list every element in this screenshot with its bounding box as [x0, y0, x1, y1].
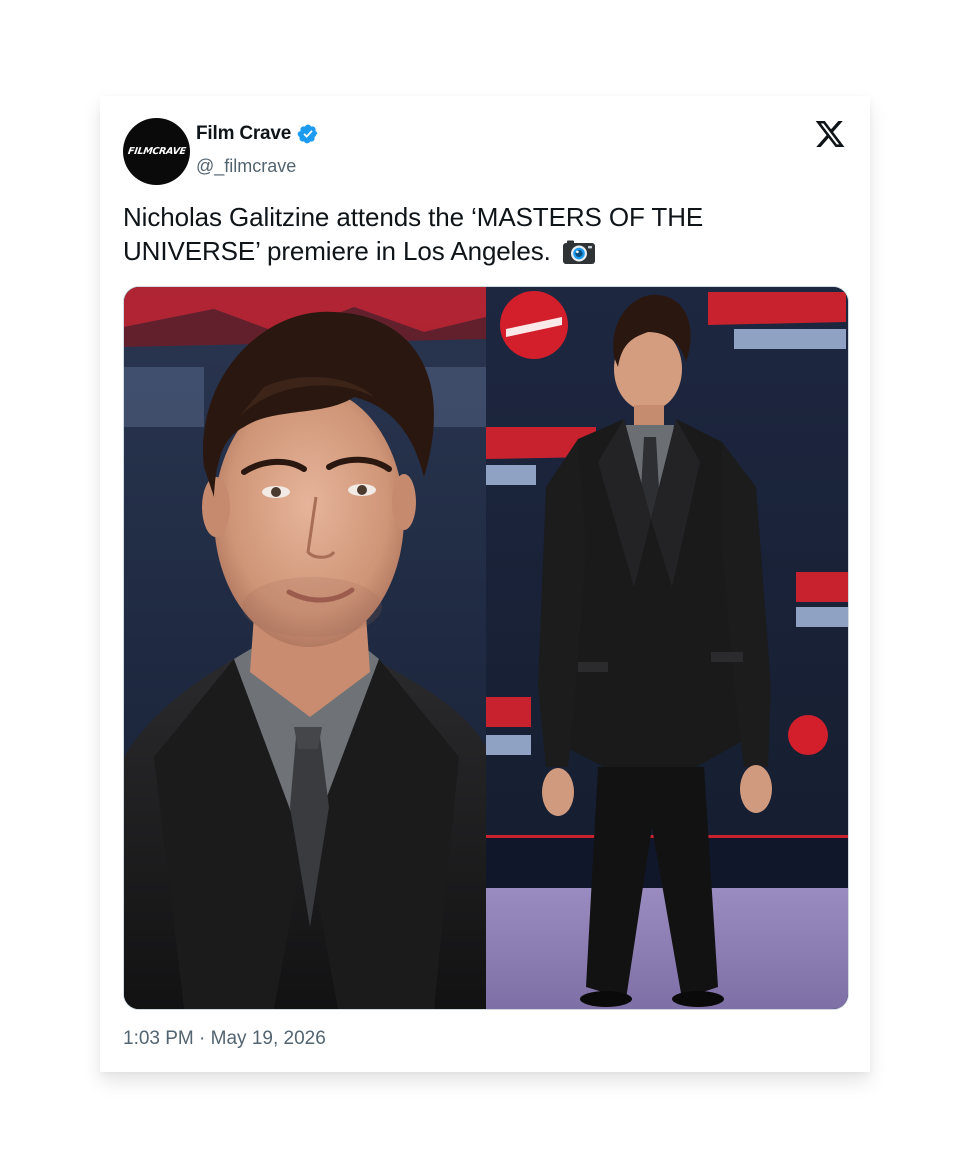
closeup-portrait-photo[interactable] [124, 287, 486, 1009]
full-length-red-carpet-photo[interactable] [486, 287, 848, 1009]
x-logo-icon[interactable] [814, 118, 846, 150]
author-handle[interactable]: @_filmcrave [196, 156, 296, 177]
avatar-logo-text: FILMCRAVE [126, 146, 187, 157]
verified-badge-icon [297, 124, 318, 144]
full-length-image [486, 287, 848, 1009]
author-name-row: Film Crave [196, 123, 319, 145]
tweet-timestamp[interactable]: 1:03 PM · May 19, 2026 [123, 1028, 326, 1050]
tweet-card: FILMCRAVE Film Crave @_filmcrave Nichola… [100, 96, 870, 1072]
closeup-portrait-image [124, 287, 486, 1009]
avatar[interactable]: FILMCRAVE [123, 118, 190, 185]
author-display-name[interactable]: Film Crave [196, 123, 291, 145]
tweet-body: Nicholas Galitzine attends the ‘MASTERS … [123, 202, 704, 266]
media-container[interactable] [123, 286, 849, 1010]
tweet-text: Nicholas Galitzine attends the ‘MASTERS … [123, 200, 823, 268]
camera-icon [562, 240, 595, 264]
